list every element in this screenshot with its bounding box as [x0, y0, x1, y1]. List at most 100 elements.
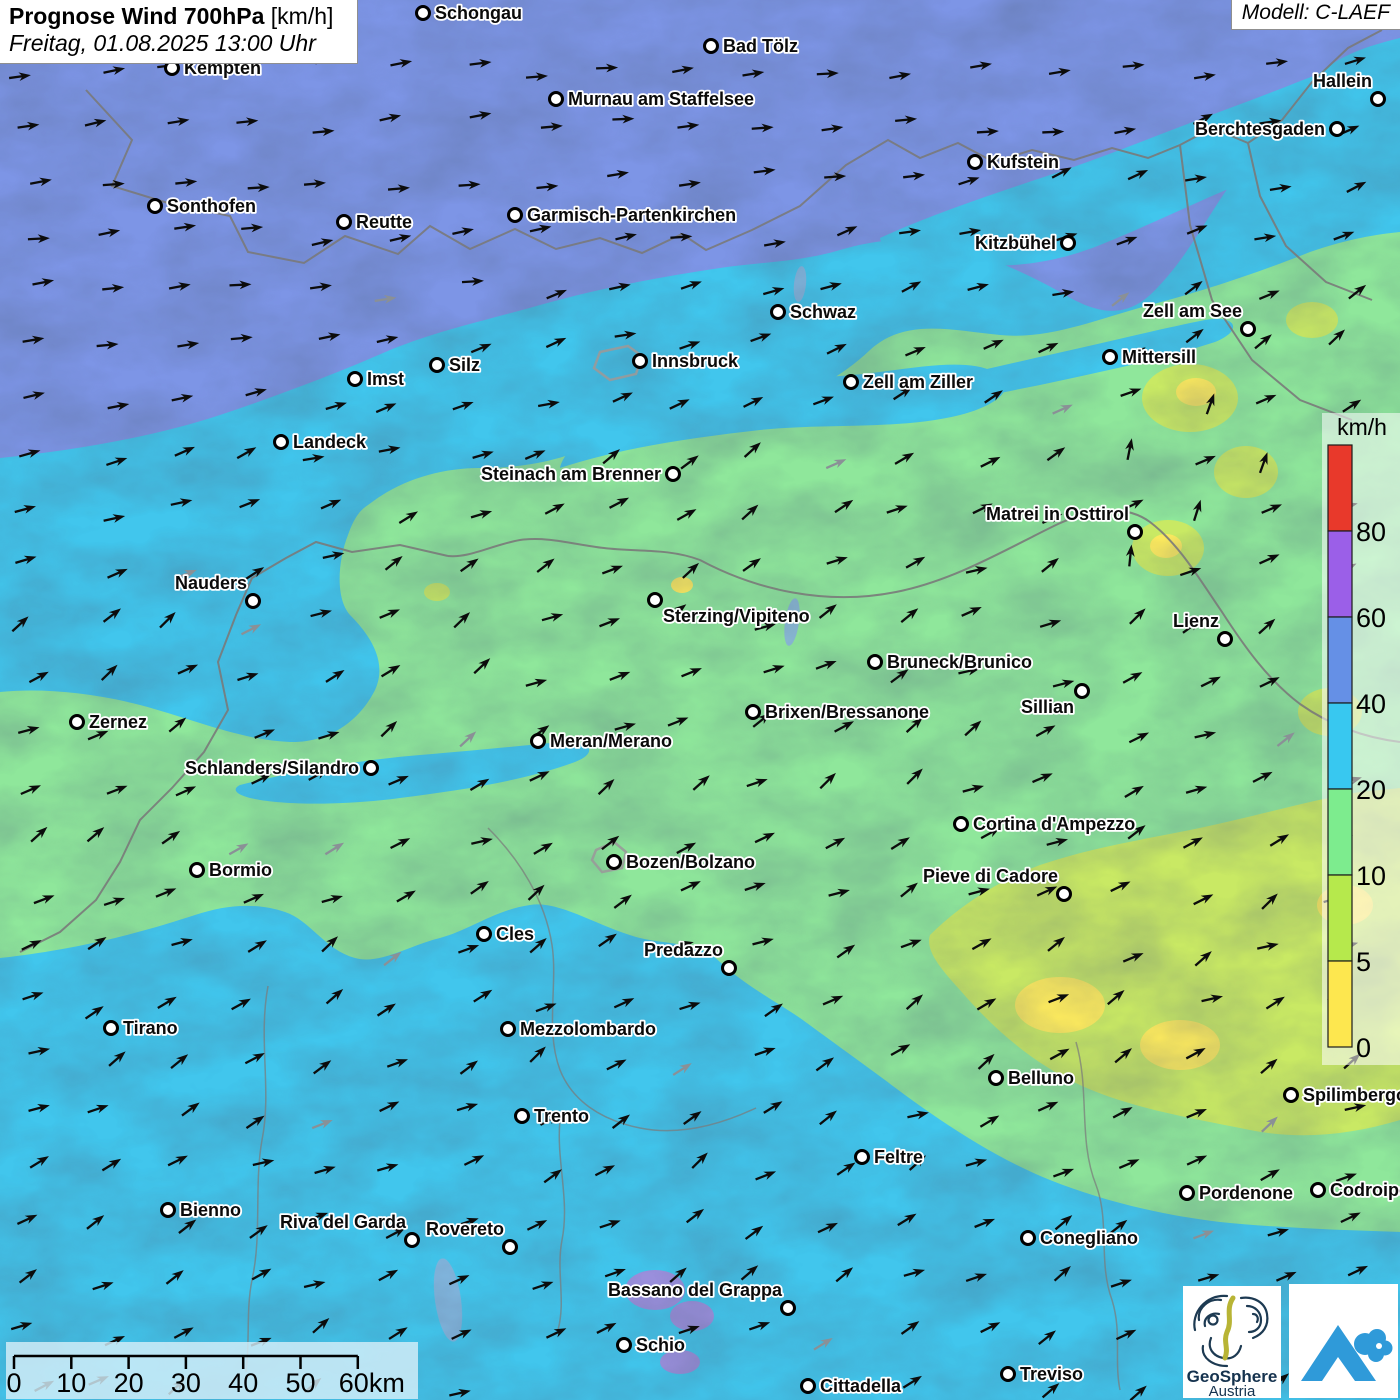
city-label: Pieve di Cadore [923, 866, 1058, 886]
city-marker [516, 1110, 529, 1123]
city-marker [955, 818, 968, 831]
city-label: Landeck [293, 432, 367, 452]
legend-tick-label: 20 [1356, 775, 1386, 805]
city-marker [1242, 323, 1255, 336]
legend-color-segment [1328, 789, 1352, 875]
city-label: Kitzbühel [975, 233, 1056, 253]
legend-tick-label: 60 [1356, 603, 1386, 633]
city-marker [969, 156, 982, 169]
city-label: Zell am Ziller [863, 372, 973, 392]
city-marker [504, 1241, 517, 1254]
city-label: Mittersill [1122, 347, 1196, 367]
city: Berchtesgaden [1195, 119, 1344, 139]
city: Mezzolombardo [502, 1019, 657, 1039]
city: Schlanders/Silandro [185, 758, 378, 778]
city: Silz [431, 355, 481, 375]
city-label: Garmisch-Partenkirchen [527, 205, 736, 225]
scale-bar-tick-label: 40 [228, 1368, 258, 1398]
map-title: Prognose Wind 700hPa [km/h] [9, 3, 348, 30]
city-label: Steinach am Brenner [481, 464, 661, 484]
city-marker [705, 40, 718, 53]
city: Imst [349, 369, 405, 389]
city-marker [1022, 1232, 1035, 1245]
city-marker [1331, 123, 1344, 136]
map-valid-time: Freitag, 01.08.2025 13:00 Uhr [9, 30, 348, 57]
city-label: Schwaz [790, 302, 856, 322]
scale-bar-tick-label: 0 [6, 1368, 21, 1398]
city-label: Spilimbergo [1303, 1085, 1400, 1105]
legend-color-segment [1328, 875, 1352, 961]
model-label: Modell: C-LAEF [1242, 1, 1390, 24]
legend-tick-label: 0 [1356, 1033, 1371, 1063]
wind-speed-legend: km/h 806040201050 [1322, 413, 1400, 1065]
city-label: Feltre [874, 1147, 923, 1167]
city: Cles [478, 924, 535, 944]
weather-map-canvas: SchongauBad TölzKemptenMurnau am Staffel… [0, 0, 1400, 1400]
city: Steinach am Brenner [481, 464, 680, 484]
city-label: Bozen/Bolzano [626, 852, 755, 872]
city-label: Imst [367, 369, 404, 389]
title-unit: [km/h] [271, 3, 334, 29]
city-marker [1058, 888, 1071, 901]
legend-color-segment [1328, 703, 1352, 789]
city-marker [845, 376, 858, 389]
city-label: Innsbruck [652, 351, 739, 371]
city-marker [1129, 526, 1142, 539]
city-label: Schlanders/Silandro [185, 758, 359, 778]
city-marker [417, 7, 430, 20]
city-marker [1062, 237, 1075, 250]
city-label: Predazzo [644, 940, 723, 960]
city-marker [349, 373, 362, 386]
city-marker [1219, 633, 1232, 646]
cloud-curl [1376, 1343, 1382, 1349]
city-label: Treviso [1020, 1364, 1083, 1384]
city-label: Cittadella [820, 1376, 902, 1396]
city-label: Bruneck/Brunico [887, 652, 1032, 672]
city-marker [1181, 1187, 1194, 1200]
city-marker [406, 1234, 419, 1247]
city-marker [502, 1023, 515, 1036]
city: Brixen/Bressanone [747, 702, 930, 722]
geosphere-austria-logo: GeoSphere Austria [1183, 1286, 1281, 1398]
city-label: Zernez [89, 712, 147, 732]
city-label: Sillian [1021, 697, 1074, 717]
city-marker [723, 962, 736, 975]
city-marker [856, 1151, 869, 1164]
legend-tick-label: 40 [1356, 689, 1386, 719]
city-label: Belluno [1008, 1068, 1074, 1088]
city-label: Schio [636, 1335, 685, 1355]
scale-bar-ruler: 0102030405060km [6, 1342, 418, 1399]
city-label: Hallein [1313, 71, 1372, 91]
city-label: Sonthofen [167, 196, 256, 216]
city: Garmisch-Partenkirchen [509, 205, 737, 225]
city-label: Bormio [209, 860, 272, 880]
city-label: Kufstein [987, 152, 1059, 172]
scale-bar-tick-label: 10 [56, 1368, 86, 1398]
legend-tick-label: 10 [1356, 861, 1386, 891]
city-marker [1002, 1368, 1015, 1381]
city-marker [1104, 351, 1117, 364]
city-marker [649, 594, 662, 607]
legend-tick-label: 80 [1356, 517, 1386, 547]
mountain-cloud-logo [1289, 1284, 1398, 1398]
city-label: Riva del Garda [280, 1212, 407, 1232]
city-marker [365, 762, 378, 775]
model-box: Modell: C-LAEF [1231, 0, 1400, 30]
title-box: Prognose Wind 700hPa [km/h] Freitag, 01.… [0, 0, 358, 64]
city-label: Pordenone [1199, 1183, 1293, 1203]
city-marker [71, 716, 84, 729]
city-marker [338, 216, 351, 229]
city: Schio [618, 1335, 686, 1355]
city: Bruneck/Brunico [869, 652, 1033, 672]
city-marker [1312, 1184, 1325, 1197]
city-marker [431, 359, 444, 372]
city-label: Nauders [175, 573, 247, 593]
city-label: Codroipo [1330, 1180, 1400, 1200]
city-label: Schongau [435, 3, 522, 23]
city-label: Trento [534, 1106, 589, 1126]
city-label: Zell am See [1143, 301, 1242, 321]
city-marker [772, 306, 785, 319]
city-marker [667, 468, 680, 481]
legend-tick-label: 5 [1356, 947, 1371, 977]
city-marker [532, 735, 545, 748]
